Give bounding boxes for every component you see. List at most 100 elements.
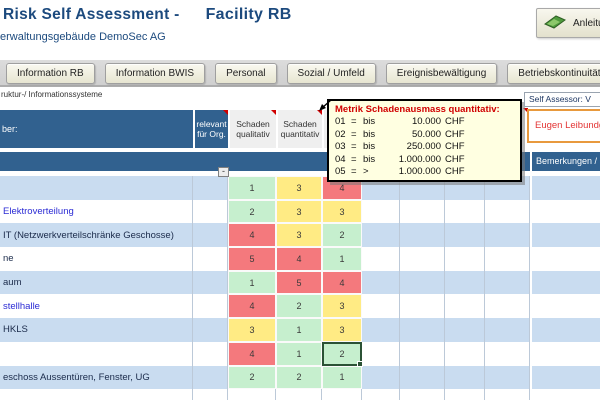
- risk-cell[interactable]: 1: [322, 366, 362, 390]
- metric-entry-rel: bis: [363, 154, 383, 167]
- row-label: [0, 389, 193, 400]
- row-label[interactable]: aum: [0, 271, 193, 295]
- comment-popup-entries: 01=bis10.000CHF02=bis50.000CHF03=bis250.…: [335, 116, 514, 179]
- risk-cell[interactable]: 1: [276, 318, 322, 342]
- tab-sozial-umfeld[interactable]: Sozial / Umfeld: [287, 63, 376, 84]
- empty-cell: [485, 294, 530, 318]
- column-header-main-label: ber:: [2, 124, 18, 135]
- empty-cell: [485, 389, 530, 400]
- empty-cell: [362, 389, 400, 400]
- tab-personal[interactable]: Personal: [215, 63, 276, 84]
- empty-cell: [400, 223, 445, 247]
- tab-betriebskontinuitaet[interactable]: Betriebskontinuität: [507, 63, 600, 84]
- empty-cell: [362, 200, 400, 224]
- metric-entry-eq: =: [351, 166, 363, 179]
- remarks-cell[interactable]: [532, 223, 600, 247]
- metric-entry: 04=bis1.000.000CHF: [335, 154, 514, 167]
- risk-cell[interactable]: 3: [322, 200, 362, 224]
- risk-cell[interactable]: 3: [228, 318, 276, 342]
- remarks-cell[interactable]: [532, 176, 600, 200]
- empty-cell: [445, 318, 485, 342]
- tab-information-rb[interactable]: Information RB: [6, 63, 95, 84]
- relevant-cell[interactable]: [193, 318, 228, 342]
- risk-cell[interactable]: 4: [228, 294, 276, 318]
- relevant-cell[interactable]: [193, 223, 228, 247]
- self-assessor-label: Self Assessor: V: [524, 92, 600, 107]
- relevant-cell[interactable]: [193, 200, 228, 224]
- assessor-name-field[interactable]: Eugen Leibundg: [527, 109, 600, 143]
- risk-cell[interactable]: 2: [276, 294, 322, 318]
- risk-cell[interactable]: 3: [276, 223, 322, 247]
- risk-cell[interactable]: 2: [228, 366, 276, 390]
- remarks-cell[interactable]: [532, 200, 600, 224]
- risk-cell[interactable]: 4: [228, 223, 276, 247]
- table-row: eschoss Aussentüren, Fenster, UG221: [0, 366, 600, 390]
- anleitung-button[interactable]: Anleitung: [536, 8, 600, 38]
- metric-entry-rel: >: [363, 166, 383, 179]
- risk-cell-selected[interactable]: 2: [322, 342, 362, 366]
- risk-cell[interactable]: 4: [322, 271, 362, 295]
- empty-cell: [400, 389, 445, 400]
- relevant-cell[interactable]: [193, 366, 228, 390]
- tab-bar: Information RB Information BWIS Personal So…: [0, 60, 600, 87]
- risk-cell[interactable]: 3: [276, 200, 322, 224]
- risk-cell[interactable]: 1: [322, 247, 362, 271]
- relevant-cell[interactable]: [193, 342, 228, 366]
- risk-cell[interactable]: 3: [322, 318, 362, 342]
- relevant-cell[interactable]: [193, 294, 228, 318]
- row-label[interactable]: ne: [0, 247, 193, 271]
- risk-cell[interactable]: 4: [276, 247, 322, 271]
- metric-entry-amount: 50.000: [383, 129, 441, 142]
- row-label[interactable]: IT (Netzwerkverteilschränke Geschosse): [0, 223, 193, 247]
- metric-entry-unit: CHF: [445, 116, 465, 129]
- empty-cell: [362, 247, 400, 271]
- comment-connector-icon: [314, 98, 334, 119]
- remarks-cell[interactable]: [532, 247, 600, 271]
- tab-ereignisbewaeltigung[interactable]: Ereignisbewältigung: [386, 63, 498, 84]
- metric-entry-rel: bis: [363, 129, 383, 142]
- column-header-main[interactable]: ber:: [0, 110, 193, 148]
- row-label[interactable]: eschoss Aussentüren, Fenster, UG: [0, 366, 193, 390]
- metric-entry-eq: =: [351, 154, 363, 167]
- risk-cell[interactable]: 2: [276, 366, 322, 390]
- empty-cell: [445, 294, 485, 318]
- risk-cell[interactable]: 5: [228, 247, 276, 271]
- empty-cell: [322, 389, 362, 400]
- row-label[interactable]: Elektroverteilung: [0, 200, 193, 224]
- relevant-cell[interactable]: [193, 176, 228, 200]
- collapse-button[interactable]: -: [218, 167, 229, 177]
- risk-cell[interactable]: 1: [276, 342, 322, 366]
- risk-cell[interactable]: 3: [322, 294, 362, 318]
- remarks-cell[interactable]: [532, 318, 600, 342]
- metric-entry-eq: =: [351, 129, 363, 142]
- metric-entry-amount: 1.000.000: [383, 154, 441, 167]
- risk-cell[interactable]: 4: [228, 342, 276, 366]
- risk-cell[interactable]: 2: [228, 200, 276, 224]
- row-label[interactable]: stellhalle: [0, 294, 193, 318]
- row-label[interactable]: HKLS: [0, 318, 193, 342]
- tab-information-bwis[interactable]: Information BWIS: [105, 63, 205, 84]
- column-header-quant-label: Schaden quantitativ: [278, 119, 322, 139]
- metric-entry-code: 02: [335, 129, 351, 142]
- relevant-cell[interactable]: [193, 247, 228, 271]
- risk-cell[interactable]: 1: [228, 176, 276, 200]
- metric-entry-code: 04: [335, 154, 351, 167]
- remarks-cell[interactable]: [532, 366, 600, 390]
- remarks-cell[interactable]: [532, 342, 600, 366]
- remarks-cell[interactable]: [532, 294, 600, 318]
- column-header-schaden-qualitativ[interactable]: Schaden qualitativ: [230, 110, 276, 148]
- empty-cell: [485, 223, 530, 247]
- risk-cell[interactable]: 2: [322, 223, 362, 247]
- relevant-cell[interactable]: [193, 271, 228, 295]
- empty-cell: [400, 247, 445, 271]
- risk-cell[interactable]: 3: [276, 176, 322, 200]
- column-header-relevant[interactable]: relevant für Org.: [195, 110, 228, 148]
- risk-cell[interactable]: 5: [276, 271, 322, 295]
- remarks-column-header[interactable]: Bemerkungen / H: [532, 152, 600, 171]
- row-label[interactable]: [0, 342, 193, 366]
- row-label[interactable]: [0, 176, 193, 200]
- metric-entry-unit: CHF: [445, 129, 465, 142]
- remarks-cell[interactable]: [532, 271, 600, 295]
- empty-cell: [485, 318, 530, 342]
- risk-cell[interactable]: 1: [228, 271, 276, 295]
